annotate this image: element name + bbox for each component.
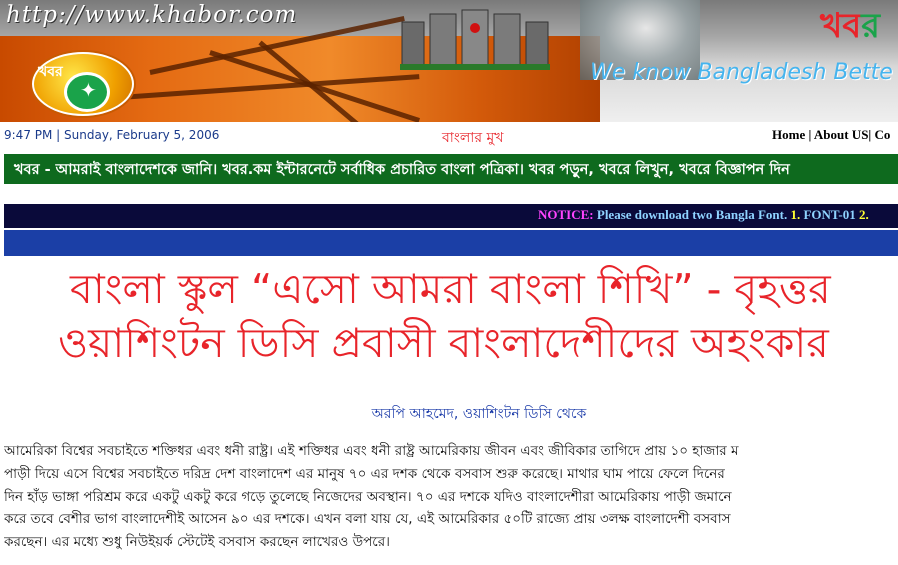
notice-message: Please download two Bangla Font. xyxy=(593,207,791,222)
menu-bar xyxy=(4,230,898,256)
ticker-text: খবর - আমরাই বাংলাদেশকে জানি। খবর.কম ইন্ট… xyxy=(14,162,790,178)
site-url: http://www.khabor.com xyxy=(6,2,298,28)
font-download-link[interactable]: FONT-01 xyxy=(800,207,859,222)
nav-separator: | xyxy=(805,127,814,142)
khabor-logo-text: খবর xyxy=(38,64,63,80)
site-banner: http://www.khabor.com খবর ✦ We know Bang… xyxy=(0,0,898,122)
notice-bar: NOTICE: Please download two Bangla Font.… xyxy=(4,204,898,228)
brand-wordmark-red: খব xyxy=(820,6,862,46)
notice-label: NOTICE: xyxy=(538,207,594,222)
info-bar: 9:47 PM | Sunday, February 5, 2006 বাংলা… xyxy=(0,126,898,146)
notice-number: 1. xyxy=(790,207,801,222)
headline-line: বাংলা স্কুল “এসো আমরা বাংলা শিখি” - বৃহত… xyxy=(70,265,831,313)
article-byline: অরপি আহমেদ, ওয়াশিংটন ডিসি থেকে xyxy=(371,406,587,422)
nav-about-link[interactable]: About US xyxy=(814,127,869,142)
banglar-mukh-link[interactable]: বাংলার মুখ xyxy=(442,126,504,150)
article-headline: বাংলা স্কুল “এসো আমরা বাংলা শিখি” - বৃহত… xyxy=(0,262,898,370)
body-line: করে তবে বেশীর ভাগ বাংলাদেশীই আসেন ৯০ এর … xyxy=(4,511,731,528)
brand-wordmark-green: র xyxy=(861,6,880,46)
monument-graphic xyxy=(400,9,550,70)
notice-number: 2. xyxy=(858,207,869,222)
brand-wordmark: খবর xyxy=(820,0,880,57)
person-logo-icon: ✦ xyxy=(64,72,110,112)
nav-contact-link[interactable]: Co xyxy=(875,127,891,142)
article-body: আমেরিকা বিশ্বের সবচাইতে শক্তিধর এবং ধনী … xyxy=(4,440,898,565)
news-ticker: খবর - আমরাই বাংলাদেশকে জানি। খবর.কম ইন্ট… xyxy=(4,154,898,184)
body-line: দিন হাঁড় ভাঙ্গা পরিশ্রম করে একটু একটু ক… xyxy=(4,488,732,505)
date-time: 9:47 PM | Sunday, February 5, 2006 xyxy=(4,128,220,142)
site-tagline: We know Bangladesh Bette xyxy=(590,60,893,85)
top-nav: Home | About US| Co xyxy=(772,127,890,143)
body-line: আমেরিকা বিশ্বের সবচাইতে শক্তিধর এবং ধনী … xyxy=(4,443,739,459)
nav-home-link[interactable]: Home xyxy=(772,127,805,142)
headline-line: ওয়াশিংটন ডিসি প্রবাসী বাংলাদেশীদের অহংক… xyxy=(58,319,829,367)
notice-text: NOTICE: Please download two Bangla Font.… xyxy=(538,207,869,223)
body-line: করছেন। এর মধ্যে শুধু নিউইয়র্ক স্টেটেই ব… xyxy=(4,534,390,551)
body-line: পাড়ী দিয়ে এসে বিশ্বের সবচাইতে দরিদ্র দ… xyxy=(4,465,725,482)
